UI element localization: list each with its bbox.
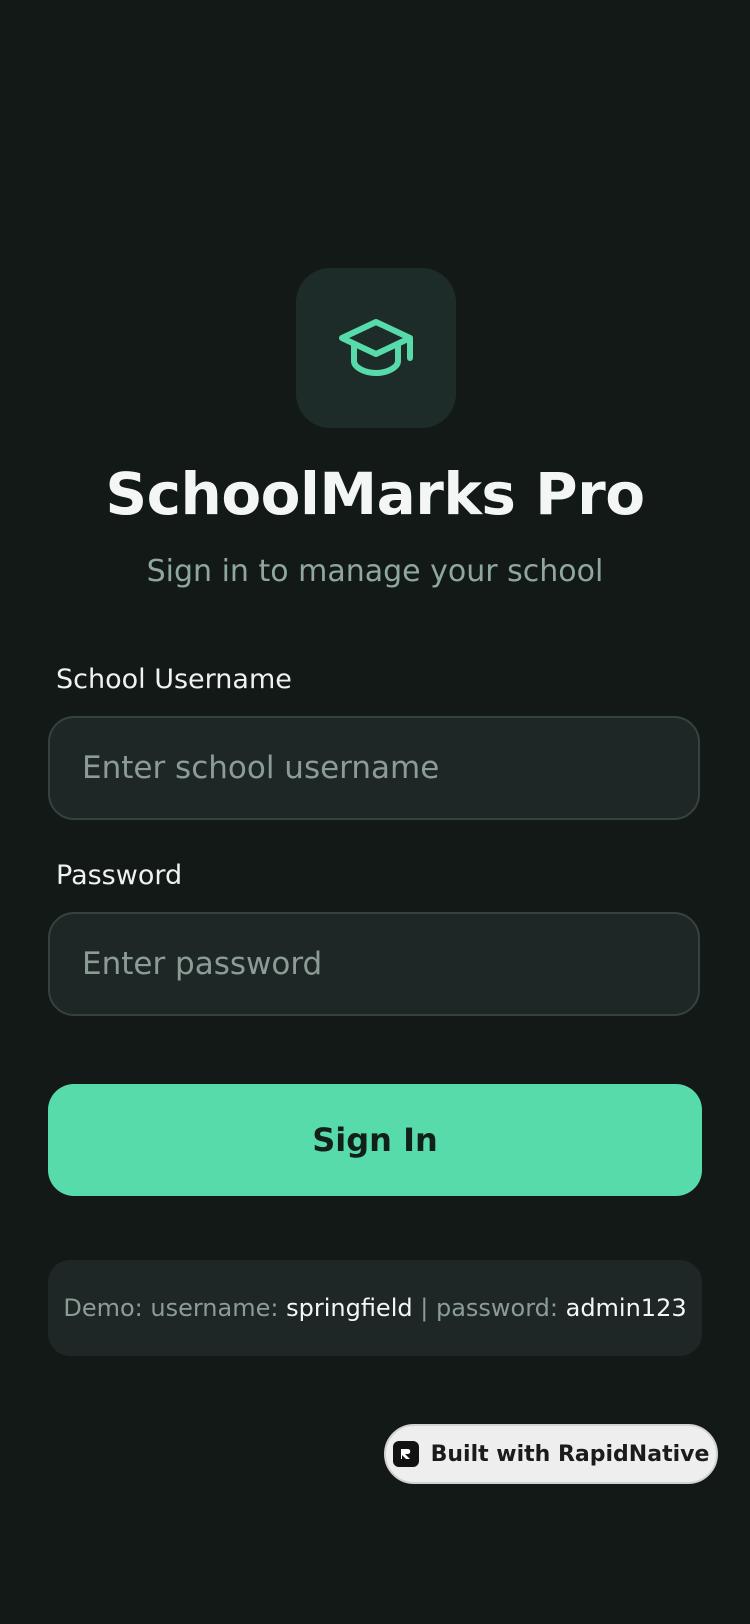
username-input[interactable] bbox=[50, 718, 698, 818]
app-logo bbox=[296, 268, 456, 428]
password-field-container bbox=[48, 912, 700, 1016]
sign-in-button[interactable]: Sign In bbox=[48, 1084, 702, 1196]
username-label: School Username bbox=[56, 664, 292, 695]
password-label: Password bbox=[56, 860, 183, 891]
demo-password: admin123 bbox=[565, 1294, 687, 1322]
username-field-container bbox=[48, 716, 700, 820]
built-with-badge[interactable]: Built with RapidNative bbox=[384, 1424, 718, 1484]
rapidnative-logo-icon bbox=[392, 1441, 419, 1467]
app-title: SchoolMarks Pro bbox=[105, 460, 645, 528]
demo-prefix: Demo: username: bbox=[63, 1294, 287, 1322]
demo-separator: | password: bbox=[412, 1294, 566, 1322]
app-subtitle: Sign in to manage your school bbox=[146, 554, 604, 589]
password-input[interactable] bbox=[50, 914, 698, 1014]
login-screen: SchoolMarks Pro Sign in to manage your s… bbox=[0, 0, 750, 1624]
demo-username: springfield bbox=[286, 1294, 413, 1322]
demo-credentials: Demo: username: springfield | password: … bbox=[48, 1260, 702, 1356]
badge-label: Built with RapidNative bbox=[430, 1441, 710, 1467]
graduation-cap-icon bbox=[339, 319, 413, 376]
